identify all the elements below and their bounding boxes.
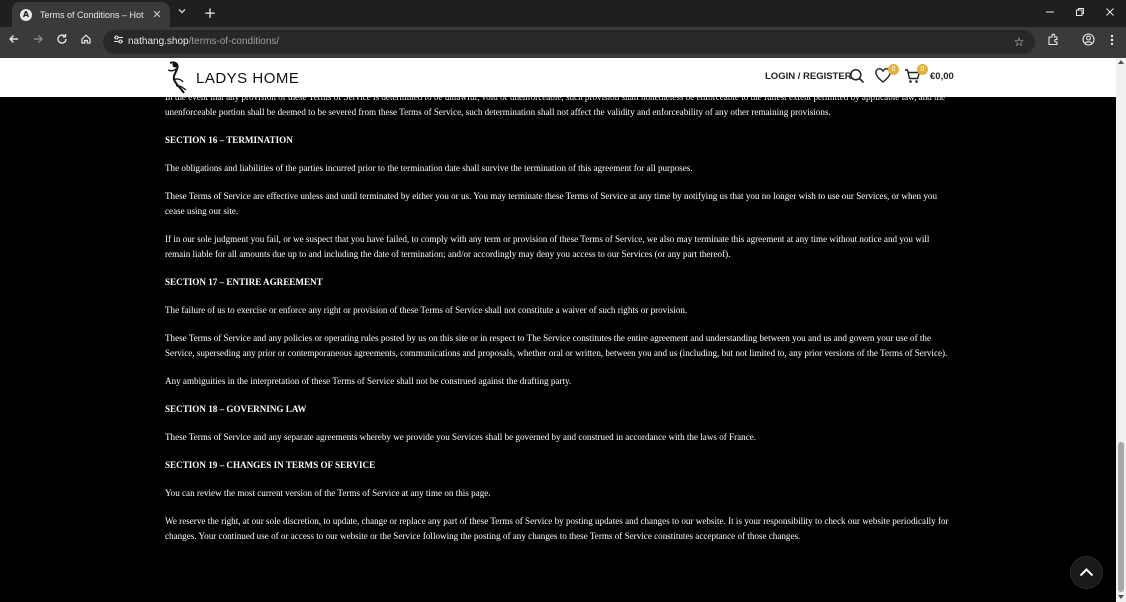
extensions-puzzle-icon[interactable] <box>1044 33 1062 51</box>
restore-window-icon[interactable] <box>1070 4 1090 22</box>
address-bar[interactable]: nathang.shop/terms-of-conditions/ ☆ <box>103 30 1035 54</box>
section-16-paragraph-1: The obligations and liabilities of the p… <box>165 163 693 173</box>
scroll-up-arrow-icon[interactable] <box>1118 60 1124 64</box>
terms-content: In the event that any provision of these… <box>165 90 951 557</box>
site-logo[interactable]: LADYS HOME <box>164 60 299 96</box>
tab-title: Terms of Conditions – Hot Sale <box>40 9 146 20</box>
home-icon[interactable] <box>77 33 95 51</box>
back-to-top-button[interactable] <box>1070 556 1103 589</box>
site-favicon-icon: A <box>20 8 32 21</box>
section-19-paragraph-1: You can review the most current version … <box>165 488 491 498</box>
section-17-heading: SECTION 17 – ENTIRE AGREEMENT <box>165 277 323 287</box>
section-18-heading: SECTION 18 – GOVERNING LAW <box>165 404 307 414</box>
scrollbar-thumb[interactable] <box>1118 442 1124 592</box>
url-path: /terms-of-conditions/ <box>188 36 280 47</box>
section-16-paragraph-3: If in our sole judgment you fail, or we … <box>165 234 930 259</box>
section-16-heading: SECTION 16 – TERMINATION <box>165 135 293 145</box>
profile-icon[interactable] <box>1079 33 1097 51</box>
section-17-paragraph-2: These Terms of Service and any policies … <box>165 333 948 358</box>
section-17-paragraph-3: Any ambiguities in the interpretation of… <box>165 376 572 386</box>
scroll-down-arrow-icon[interactable] <box>1118 595 1124 599</box>
url-text: nathang.shop/terms-of-conditions/ <box>128 30 279 54</box>
cart-icon[interactable]: 0 <box>904 64 928 86</box>
cart-total[interactable]: €0,00 <box>930 71 954 82</box>
page-scrollbar[interactable] <box>1116 58 1126 602</box>
url-domain: nathang.shop <box>128 36 189 47</box>
minimize-window-icon[interactable] <box>1040 4 1060 22</box>
section-16-paragraph-2: These Terms of Service are effective unl… <box>165 191 938 216</box>
tab-close-icon[interactable]: ✕ <box>150 8 164 21</box>
forward-arrow-icon[interactable] <box>29 33 47 51</box>
new-tab-plus-icon[interactable]: + <box>202 5 218 21</box>
section-19-paragraph-2: We reserve the right, at our sole discre… <box>165 516 949 541</box>
reload-icon[interactable] <box>53 33 71 51</box>
section-17-paragraph-1: The failure of us to exercise or enforce… <box>165 305 688 315</box>
logo-text: LADYS HOME <box>196 70 300 87</box>
browser-toolbar: nathang.shop/terms-of-conditions/ ☆ <box>0 27 1126 58</box>
close-window-icon[interactable] <box>1100 4 1120 22</box>
section-19-heading: SECTION 19 – CHANGES IN TERMS OF SERVICE <box>165 460 376 470</box>
search-icon[interactable] <box>849 68 867 86</box>
browser-menu-kebab-icon[interactable] <box>1103 33 1121 51</box>
back-arrow-icon[interactable] <box>5 33 23 51</box>
site-header: LADYS HOME LOGIN / REGISTER 0 0 €0,00 <box>0 58 1116 97</box>
site-info-tune-icon[interactable] <box>111 34 125 50</box>
lady-silhouette-logo-icon <box>167 61 187 94</box>
section-18-paragraph-1: These Terms of Service and any separate … <box>165 432 757 442</box>
wishlist-heart-icon[interactable]: 0 <box>875 64 899 86</box>
browser-tabstrip: A Terms of Conditions – Hot Sale ✕ + <box>0 0 1126 27</box>
tab-search-chevron-icon[interactable] <box>174 6 190 22</box>
browser-tab-active[interactable]: A Terms of Conditions – Hot Sale ✕ <box>12 2 170 27</box>
wishlist-count-badge: 0 <box>888 64 899 75</box>
login-register-link[interactable]: LOGIN / REGISTER <box>765 71 852 82</box>
chevron-up-icon <box>1079 568 1094 577</box>
bookmark-star-icon[interactable]: ☆ <box>1011 34 1027 50</box>
page-viewport: In the event that any provision of these… <box>0 58 1116 602</box>
cart-count-badge: 0 <box>917 64 928 75</box>
